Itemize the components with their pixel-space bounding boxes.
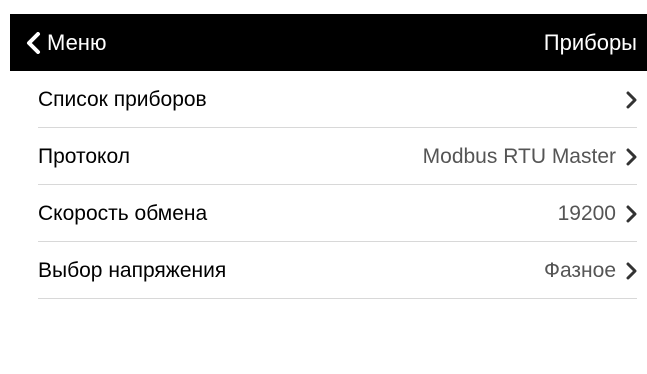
list-item-right	[616, 71, 637, 128]
chevron-left-icon	[25, 31, 41, 54]
chevron-right-icon	[625, 262, 637, 280]
list-item-value: 19200	[557, 201, 616, 225]
chevron-right-icon	[625, 148, 637, 166]
list-item-right: Фазное	[544, 242, 637, 299]
list-item-protocol[interactable]: Протокол Modbus RTU Master	[38, 128, 637, 185]
settings-list: Список приборов Протокол Modbus RTU Mast…	[38, 71, 637, 299]
list-item-label: Скорость обмена	[38, 202, 208, 225]
top-margin	[0, 0, 647, 14]
list-item-value: Modbus RTU Master	[422, 144, 616, 168]
page-title: Приборы	[543, 30, 637, 55]
chevron-right-icon	[625, 91, 637, 109]
back-button[interactable]: Меню	[25, 14, 106, 71]
list-item-label: Список приборов	[38, 88, 207, 111]
list-item-right: Modbus RTU Master	[423, 128, 637, 185]
list-item-label: Выбор напряжения	[38, 259, 227, 282]
list-item-right: 19200	[558, 185, 637, 242]
chevron-right-icon	[625, 205, 637, 223]
list-item-baud-rate[interactable]: Скорость обмена 19200	[38, 185, 637, 242]
list-item-value: Фазное	[544, 258, 616, 282]
list-item-device-list[interactable]: Список приборов	[38, 71, 637, 128]
header-bar: Меню Приборы	[10, 14, 647, 71]
list-item-voltage-selection[interactable]: Выбор напряжения Фазное	[38, 242, 637, 299]
back-label: Меню	[47, 30, 107, 55]
list-item-label: Протокол	[38, 145, 130, 168]
